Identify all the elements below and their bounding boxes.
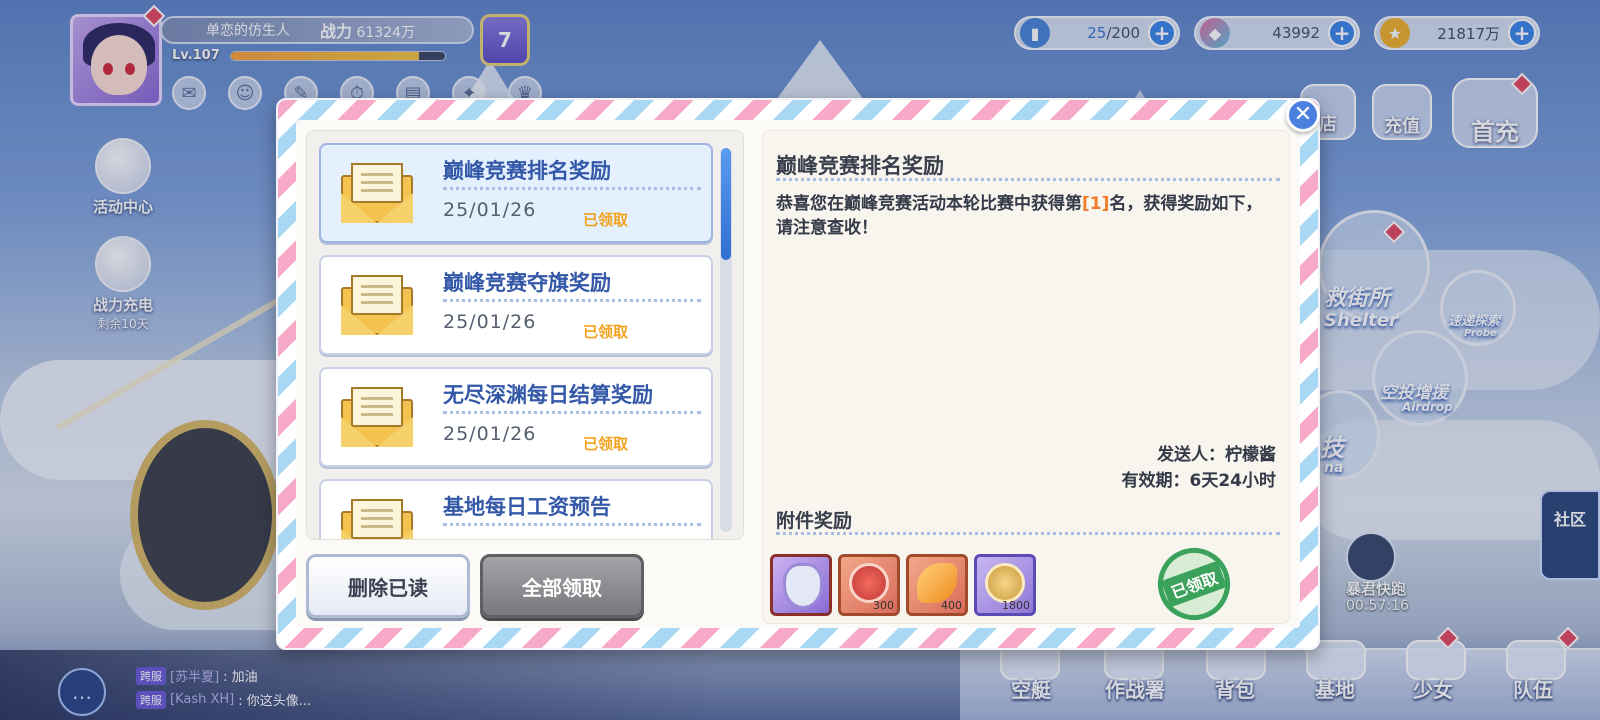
gold-medal-icon (985, 563, 1025, 603)
reward-item[interactable]: 300 (838, 554, 900, 616)
attachments-title: 附件奖励 (776, 510, 853, 532)
close-icon[interactable]: ✕ (1286, 98, 1320, 132)
divider (776, 178, 1280, 181)
mail-list-item[interactable]: 巅峰竞赛排名奖励 25/01/26 已领取 (319, 143, 713, 243)
mail-list[interactable]: 巅峰竞赛排名奖励 25/01/26 已领取 巅峰竞赛夺旗奖励 25/01/26 … (306, 130, 744, 540)
reward-qty: 300 (873, 599, 894, 612)
envelope-icon (341, 271, 413, 335)
divider (776, 532, 1280, 535)
mail-list-item[interactable]: 无尽深渊每日结算奖励 25/01/26 已领取 (319, 367, 713, 467)
envelope-icon (341, 159, 413, 223)
mail-list-item[interactable]: 基地每日工资预告 (319, 479, 713, 539)
reward-item[interactable]: 400 (906, 554, 968, 616)
reward-qty: 1800 (1002, 599, 1030, 612)
mail-status: 已领取 (583, 435, 629, 453)
mail-detail-title: 巅峰竞赛排名奖励 (776, 154, 944, 178)
claim-all-button[interactable]: 全部领取 (480, 554, 644, 618)
claimed-stamp-label: 已领取 (1161, 560, 1227, 608)
amber-crystal-icon (917, 563, 957, 603)
avatar-frame-icon (783, 563, 823, 609)
mail-date: 25/01/26 (443, 199, 537, 221)
mail-list-scrollbar[interactable] (720, 148, 732, 532)
mail-title: 基地每日工资预告 (443, 495, 611, 519)
mail-title: 巅峰竞赛排名奖励 (443, 159, 611, 183)
mail-date: 25/01/26 (443, 311, 537, 333)
red-medal-icon (849, 563, 889, 603)
mail-detail-body: 恭喜您在巅峰竞赛活动本轮比赛中获得第[1]名，获得奖励如下，请注意查收！ (776, 194, 1263, 238)
mail-list-item[interactable]: 巅峰竞赛夺旗奖励 25/01/26 已领取 (319, 255, 713, 355)
reward-qty: 400 (941, 599, 962, 612)
rank-highlight: [1] (1082, 194, 1110, 214)
envelope-icon (341, 383, 413, 447)
mail-status: 已领取 (583, 211, 629, 229)
mail-validity: 有效期：6天24小时 (1121, 471, 1277, 491)
delete-read-button[interactable]: 删除已读 (306, 554, 470, 618)
mail-title: 无尽深渊每日结算奖励 (443, 383, 653, 407)
reward-item[interactable] (770, 554, 832, 616)
envelope-icon (341, 495, 413, 539)
mail-status: 已领取 (583, 323, 629, 341)
mail-title: 巅峰竞赛夺旗奖励 (443, 271, 611, 295)
reward-item[interactable]: 1800 (974, 554, 1036, 616)
mail-sender: 发送人：柠檬酱 (1157, 445, 1276, 465)
mail-date: 25/01/26 (443, 423, 537, 445)
